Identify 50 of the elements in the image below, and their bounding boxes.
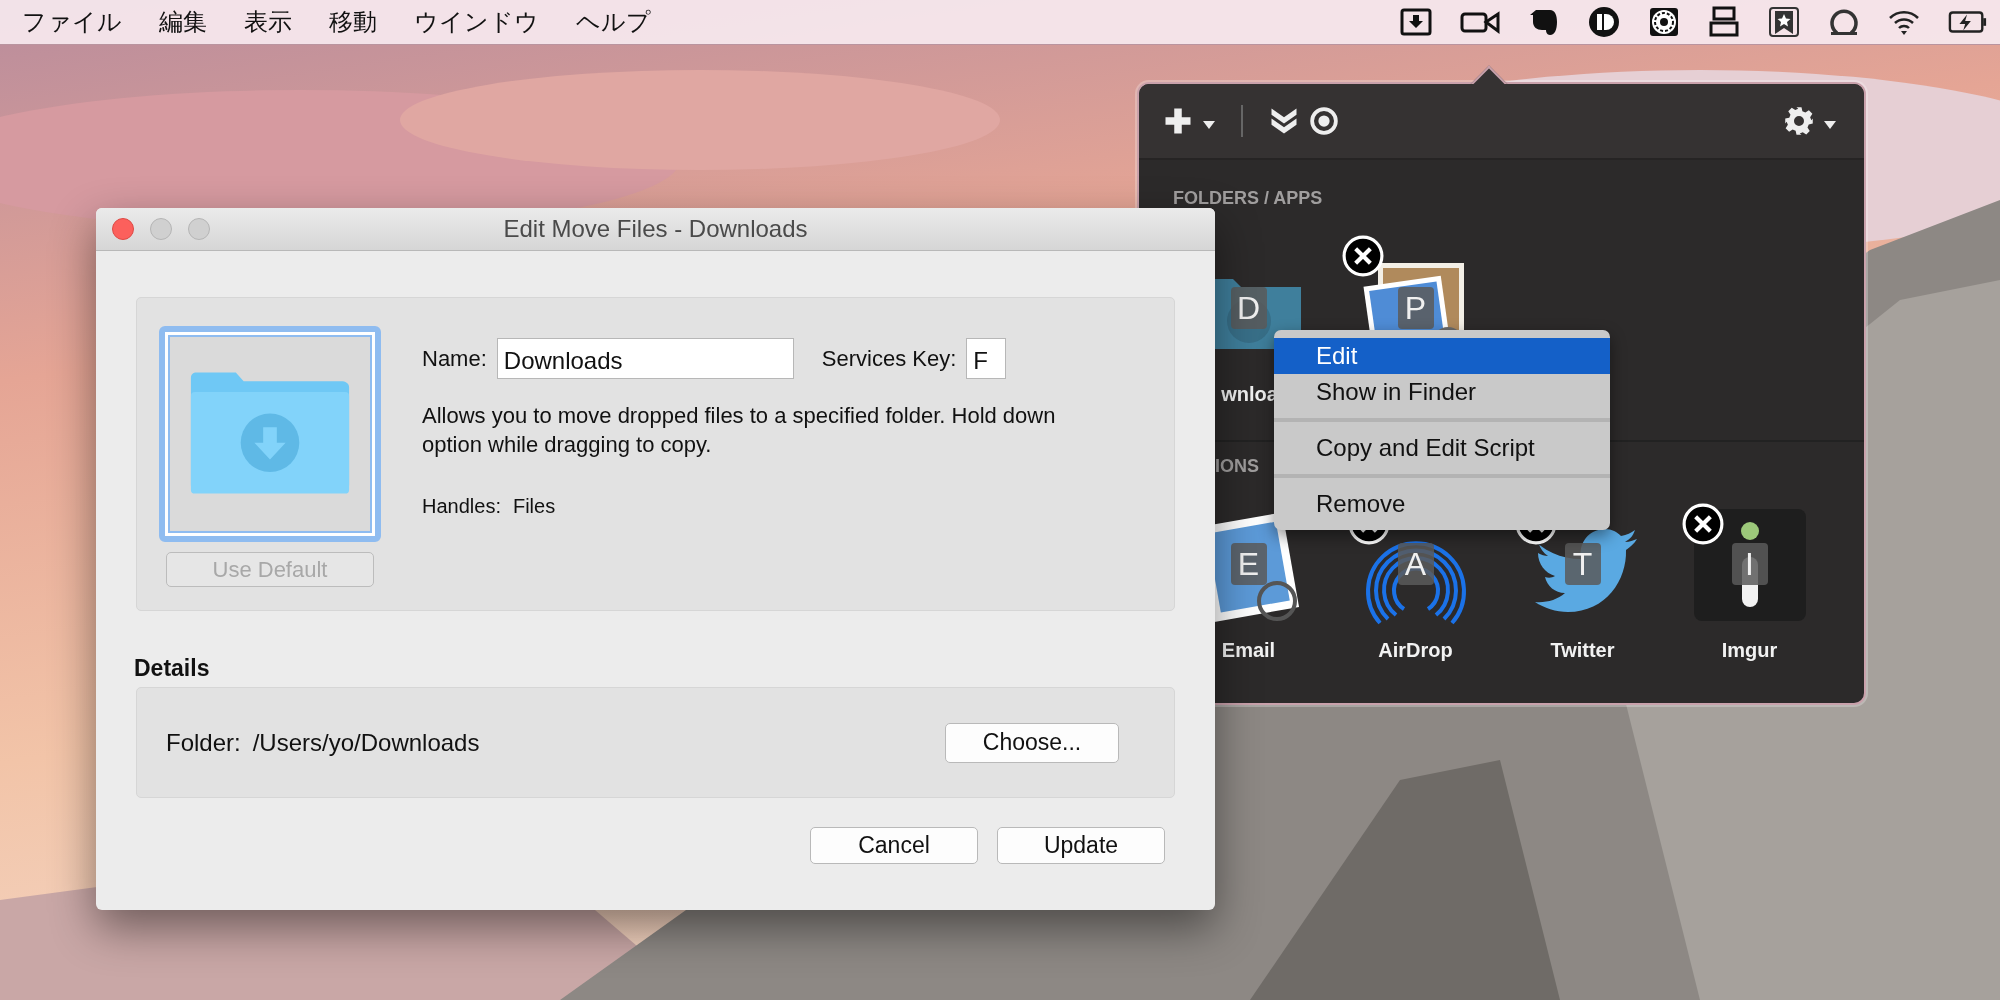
- remove-button[interactable]: [1681, 503, 1724, 545]
- target-icon[interactable]: [1309, 106, 1339, 136]
- shortcut-letter: P: [1397, 287, 1434, 329]
- choose-button[interactable]: Choose...: [945, 722, 1119, 763]
- services-key-label: Services Key:: [821, 345, 957, 372]
- dialog-button[interactable]: Update: [997, 827, 1165, 864]
- shortcut-letter: E: [1230, 543, 1267, 585]
- tile-label: Imgur: [1721, 639, 1778, 662]
- shortcut-letter: I: [1731, 543, 1768, 585]
- handles-label: Handles:: [422, 495, 501, 518]
- gear-icon[interactable]: [1784, 106, 1814, 136]
- menu-item[interactable]: Show in Finder: [1274, 374, 1610, 410]
- shortcut-letter: T: [1564, 543, 1601, 585]
- tile-label: Twitter: [1550, 639, 1615, 662]
- menu-item[interactable]: ウインドウ: [414, 6, 539, 38]
- section-heading: Details: [134, 655, 211, 683]
- download-tray-icon[interactable]: [1400, 6, 1432, 38]
- caret-icon[interactable]: [1824, 121, 1836, 129]
- remove-button[interactable]: [1341, 235, 1384, 277]
- double-chevron-icon[interactable]: [1269, 106, 1299, 136]
- plus-icon[interactable]: [1163, 106, 1193, 136]
- caret-icon[interactable]: [1203, 121, 1215, 129]
- shortcut-letter: D: [1230, 287, 1267, 329]
- menu-item[interactable]: 移動: [329, 6, 377, 38]
- section-header: FOLDERS / APPS: [1172, 188, 1324, 209]
- description-text: Allows you to move dropped files to a specified folder. Hold down option while dragging to copy.: [422, 402, 1057, 459]
- name-label: Name:: [422, 345, 487, 372]
- menu-item[interactable]: Edit: [1274, 338, 1610, 374]
- services-key-field[interactable]: F: [966, 338, 1007, 379]
- tile-label: Email: [1221, 639, 1276, 662]
- menu-item[interactable]: 編集: [159, 6, 207, 38]
- menu-item[interactable]: Remove: [1274, 486, 1610, 522]
- menu-item[interactable]: ヘルプ: [576, 6, 651, 38]
- tile-label: AirDrop: [1378, 639, 1453, 662]
- section-header: IONS: [1214, 456, 1260, 477]
- close-button[interactable]: [112, 218, 134, 240]
- folder-label: Folder:: [166, 728, 241, 757]
- menu-item[interactable]: ファイル: [22, 6, 122, 38]
- name-field[interactable]: Downloads: [496, 338, 794, 379]
- shortcut-letter: A: [1397, 543, 1434, 585]
- stacked-bars-icon[interactable]: [1708, 6, 1740, 38]
- menu-item[interactable]: Copy and Edit Script: [1274, 430, 1610, 466]
- window-title: Edit Move Files - Downloads: [502, 215, 809, 243]
- folder-path: /Users/yo/Downloads: [252, 728, 480, 757]
- dialog-button[interactable]: Cancel: [810, 827, 978, 864]
- fan-icon[interactable]: [1648, 6, 1680, 38]
- circle-bar-icon[interactable]: [1588, 6, 1620, 38]
- handles-value: Files: [512, 495, 556, 518]
- menu-item[interactable]: 表示: [244, 6, 292, 38]
- star-bookmark-icon[interactable]: [1768, 6, 1800, 38]
